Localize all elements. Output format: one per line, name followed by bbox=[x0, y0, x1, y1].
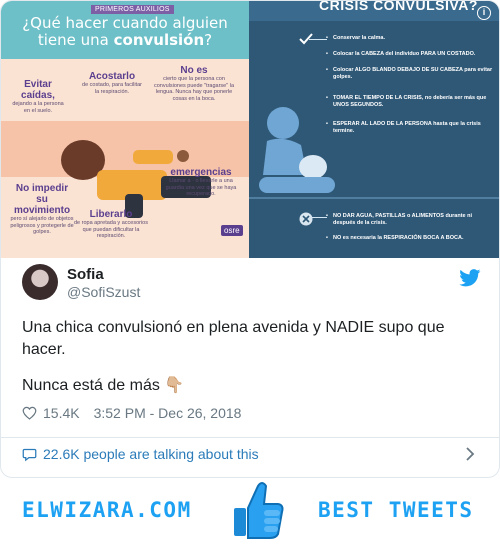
infographic-tag: PRIMEROS AUXILIOS bbox=[91, 5, 174, 14]
crisis-step-5: ESPERAR AL LADO DE LA PERSONA hasta que … bbox=[326, 121, 493, 134]
infographic-right-title: CRISIS CONVULSIVA? bbox=[319, 1, 478, 13]
label-no-impedir: No impedir su movimiento pero sí alejarl… bbox=[10, 183, 74, 235]
thumbs-up-icon bbox=[234, 482, 284, 539]
infographic-right[interactable]: CRISIS CONVULSIVA? i Conservar la calma.… bbox=[249, 1, 499, 258]
tweet-media[interactable]: PRIMEROS AUXILIOS ¿Qué hacer cuando algu… bbox=[1, 1, 499, 258]
list-connector bbox=[309, 39, 327, 40]
tweet-timestamp[interactable]: 3:52 PM - Dec 26, 2018 bbox=[94, 405, 242, 421]
label-liberarlo: Liberarlo de ropa apretada y accesorios … bbox=[74, 209, 148, 239]
author-handle[interactable]: @SofiSzust bbox=[67, 284, 140, 300]
tweet-text-line2: Nunca está de más 👇🏼 bbox=[22, 377, 185, 394]
footer-site-name[interactable]: ELWIZARA.COM bbox=[22, 498, 192, 522]
avatar[interactable] bbox=[22, 264, 58, 300]
label-emergencias: emergencias Llamar a · o llevarle a una … bbox=[165, 167, 237, 197]
crisis-step-2: Colocar la CABEZA del individuo PARA UN … bbox=[326, 51, 493, 58]
speech-bubble-icon bbox=[22, 448, 37, 461]
osde-logo: osre bbox=[221, 225, 243, 236]
info-icon[interactable]: i bbox=[477, 6, 491, 20]
crisis-step-3: Colocar ALGO BLANDO DEBAJO DE SU CABEZA … bbox=[326, 67, 493, 80]
tweet-text: Una chica convulsionó en plena avenida y… bbox=[22, 317, 482, 397]
cross-icon bbox=[299, 212, 313, 226]
label-acostarlo: Acostarlo de costado, para facilitar la … bbox=[82, 71, 142, 95]
twitter-bird-icon[interactable] bbox=[459, 269, 481, 287]
infographic-left-title: ¿Qué hacer cuando alguien tiene una conv… bbox=[22, 14, 228, 49]
like-count[interactable]: 15.4K bbox=[43, 405, 80, 421]
crisis-dont-1: NO DAR AGUA, PASTILLAS o ALIMENTOS duran… bbox=[326, 213, 493, 226]
conversation-label: 22.6K people are talking about this bbox=[43, 446, 259, 462]
crisis-dont-2: NO es necesaria la RESPIRACIÓN BOCA A BO… bbox=[326, 235, 493, 242]
tweet-text-line1: Una chica convulsionó en plena avenida y… bbox=[22, 319, 445, 358]
conversation-link[interactable]: 22.6K people are talking about this bbox=[22, 446, 259, 462]
infographic-left-body: Evitar caídas, dejando a la persona en e… bbox=[1, 59, 249, 258]
person-helping-illustration bbox=[259, 107, 335, 193]
chevron-right-icon[interactable] bbox=[465, 447, 475, 461]
heart-icon[interactable] bbox=[22, 406, 37, 420]
infographic-separator bbox=[249, 197, 499, 199]
divider bbox=[1, 437, 499, 438]
label-no-es: No es cierto que la persona con convulsi… bbox=[153, 65, 235, 102]
list-connector bbox=[309, 217, 327, 218]
author-name[interactable]: Sofia bbox=[67, 266, 104, 283]
tweet-meta: 15.4K 3:52 PM - Dec 26, 2018 bbox=[22, 405, 241, 421]
infographic-left[interactable]: PRIMEROS AUXILIOS ¿Qué hacer cuando algu… bbox=[1, 1, 249, 258]
crisis-step-1: Conservar la calma. bbox=[326, 35, 493, 42]
tweet-card: PRIMEROS AUXILIOS ¿Qué hacer cuando algu… bbox=[0, 0, 500, 478]
label-evitar-caidas: Evitar caídas, dejando a la persona en e… bbox=[12, 79, 64, 114]
crisis-step-4: TOMAR EL TIEMPO DE LA CRISIS, no debería… bbox=[326, 95, 493, 108]
footer-best-tweets[interactable]: BEST TWEETS bbox=[318, 498, 474, 522]
